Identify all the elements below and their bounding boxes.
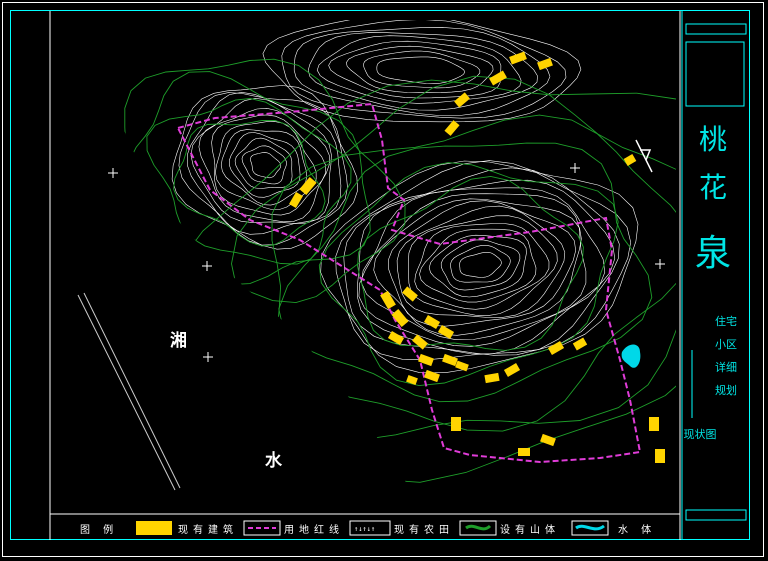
drawing-name: 现状图 — [683, 428, 717, 441]
existing-building — [424, 369, 440, 383]
river-label: 湘 — [170, 331, 187, 351]
existing-building — [537, 57, 553, 71]
existing-building — [406, 375, 418, 385]
project-title-char-3: 泉 — [694, 233, 731, 274]
existing-building — [387, 331, 405, 345]
title-block-stamp-box — [685, 41, 745, 107]
subtitle-line-3: 详细 — [715, 361, 737, 374]
pond-water-body — [621, 344, 641, 368]
contour-line — [459, 252, 502, 278]
existing-building — [572, 337, 588, 351]
legend-label-building: 现有建筑 — [178, 525, 238, 536]
contour-line — [363, 50, 481, 89]
existing-building — [289, 191, 303, 209]
existing-building — [402, 286, 418, 302]
contour-line — [345, 45, 494, 93]
legend-heading: 图 例 — [80, 525, 119, 536]
existing-building — [649, 417, 659, 431]
contour-line — [376, 56, 465, 85]
legend-swatch-building — [136, 521, 172, 535]
contour-line — [328, 40, 502, 99]
contour-line — [173, 119, 326, 247]
contour-line — [414, 223, 550, 310]
subtitle-line-4: 规划 — [715, 384, 737, 397]
contour-line — [388, 200, 576, 327]
existing-building — [451, 417, 461, 431]
existing-building — [518, 448, 530, 456]
contour-line — [190, 97, 332, 224]
contour-line — [320, 160, 639, 374]
existing-building — [623, 154, 637, 166]
contour-line — [440, 239, 521, 291]
legend-label-water: 水 体 — [618, 525, 657, 536]
legend-label-farmland: 现有农田 — [394, 525, 454, 536]
contour-line — [343, 167, 620, 356]
existing-building — [423, 315, 441, 329]
legend-label-mountain: 设有山体 — [500, 525, 560, 536]
legend-label-boundary: 用地红线 — [284, 525, 344, 536]
contour-line — [231, 75, 676, 442]
project-title-char-1: 桃 — [698, 123, 727, 156]
contour-line — [357, 175, 584, 351]
existing-building — [442, 353, 458, 367]
title-block-top-box — [685, 23, 747, 35]
contour-line — [262, 20, 582, 123]
contour-line — [316, 35, 522, 104]
existing-building — [484, 372, 500, 384]
subtitle-line-2: 小区 — [715, 338, 737, 351]
terrain-group — [120, 20, 676, 483]
svg-text:↑↓↑↓↑: ↑↓↑↓↑ — [354, 525, 375, 533]
existing-building — [540, 433, 556, 447]
contour-line — [220, 129, 308, 206]
title-block-bottom-box — [685, 509, 747, 521]
contour-line — [356, 179, 616, 355]
contour-line — [211, 114, 326, 216]
contour-line — [335, 160, 631, 361]
existing-building — [454, 92, 470, 108]
existing-building — [503, 363, 521, 377]
existing-building — [655, 449, 665, 463]
site-plan-canvas[interactable]: ↑↓↑↓↑ — [0, 0, 768, 561]
subtitle-line-1: 住宅 — [715, 315, 737, 328]
north-arrow-icon — [635, 139, 653, 173]
project-title-char-2: 花 — [698, 171, 727, 204]
contour-line — [171, 85, 359, 250]
water-label: 水 — [265, 451, 282, 471]
contour-line — [358, 187, 606, 347]
existing-building — [509, 51, 527, 65]
existing-building — [444, 120, 460, 136]
contour-line — [250, 152, 282, 179]
river-bank — [77, 292, 181, 491]
